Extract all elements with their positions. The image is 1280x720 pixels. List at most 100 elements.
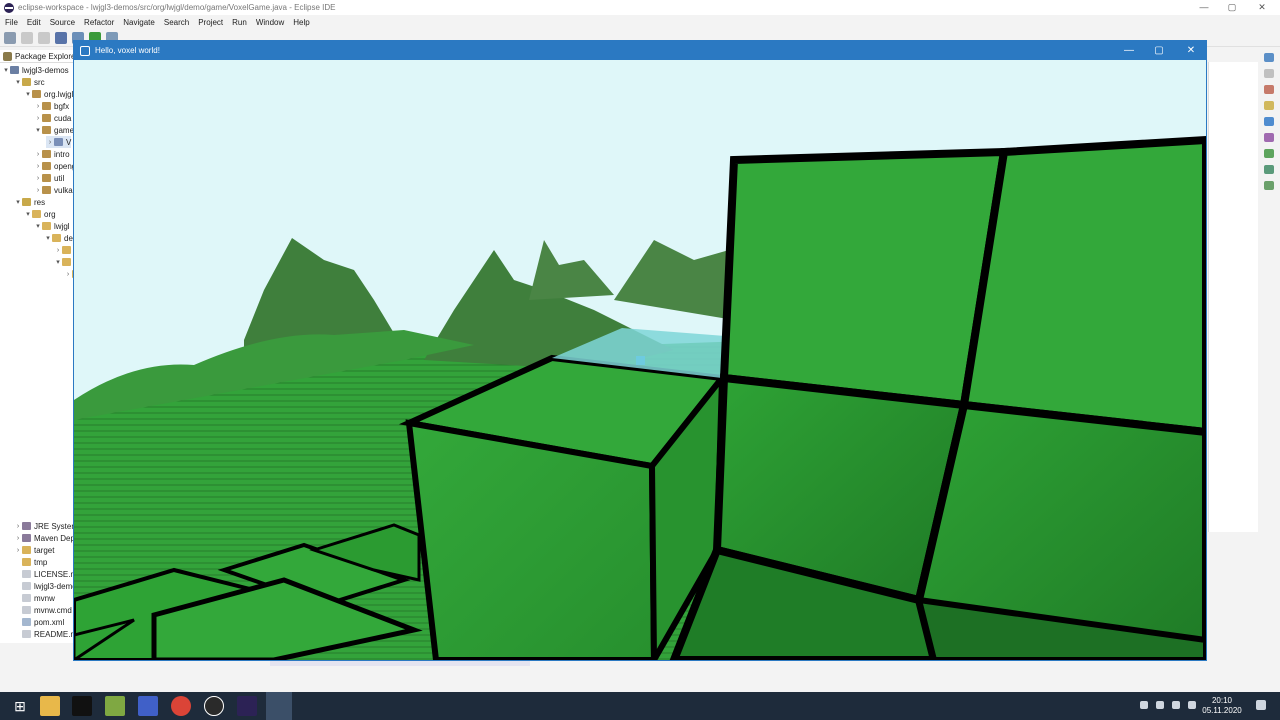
chevron-right-icon[interactable]: › xyxy=(14,523,22,530)
chevron-right-icon[interactable]: › xyxy=(34,163,42,170)
tree-item[interactable]: › JRE System Library xyxy=(14,520,74,532)
package-explorer-icon xyxy=(3,51,12,61)
tree-item[interactable]: ▾ org xyxy=(24,208,55,220)
tree-item-selected[interactable]: › V xyxy=(46,136,72,148)
tree-item[interactable]: ▾ src xyxy=(14,76,44,88)
package-explorer-tab[interactable]: Package Explorer xyxy=(0,50,78,63)
chevron-right-icon[interactable]: › xyxy=(64,271,72,278)
chevron-down-icon[interactable]: ▾ xyxy=(14,78,22,86)
tree-item[interactable]: tmp xyxy=(14,556,47,568)
tree-item[interactable]: › util xyxy=(34,172,64,184)
console-icon[interactable] xyxy=(1264,117,1274,126)
menu-source[interactable]: Source xyxy=(50,18,75,27)
tree-item[interactable]: ▾ lwjgl xyxy=(34,220,69,232)
chevron-right-icon[interactable]: › xyxy=(34,187,42,194)
lambda-app-icon[interactable] xyxy=(105,696,125,716)
tray-network-icon[interactable] xyxy=(1172,701,1180,709)
save-all-icon[interactable] xyxy=(38,31,50,44)
eclipse-titlebar: eclipse-workspace - lwjgl3-demos/src/org… xyxy=(0,0,1280,15)
tree-item[interactable]: › bgfx xyxy=(34,100,69,112)
obs-icon[interactable] xyxy=(204,696,224,716)
terminal-icon[interactable] xyxy=(72,696,92,716)
tree-item[interactable]: › xyxy=(54,244,74,256)
progress-icon[interactable] xyxy=(1264,149,1274,158)
chevron-down-icon[interactable]: ▾ xyxy=(34,222,42,230)
chevron-down-icon[interactable]: ▾ xyxy=(44,234,52,242)
tree-item[interactable]: mvnw xyxy=(14,592,55,604)
chrome-icon[interactable] xyxy=(171,696,191,716)
tree-item[interactable]: › target xyxy=(14,544,55,556)
git-icon[interactable] xyxy=(1264,165,1274,174)
chevron-down-icon[interactable]: ▾ xyxy=(34,126,42,134)
menu-window[interactable]: Window xyxy=(256,18,284,27)
tree-item[interactable]: › intro xyxy=(34,148,70,160)
view-icon[interactable] xyxy=(1264,69,1274,78)
tree-item[interactable]: ▾ game xyxy=(34,124,74,136)
chevron-right-icon[interactable]: › xyxy=(34,151,42,158)
menu-help[interactable]: Help xyxy=(293,18,309,27)
start-button-windows-icon[interactable]: ⊞ xyxy=(10,696,30,716)
bookmark-icon[interactable] xyxy=(1264,85,1274,94)
terminal-icon[interactable] xyxy=(55,31,67,44)
chevron-right-icon[interactable]: › xyxy=(34,175,42,182)
close-button[interactable]: ✕ xyxy=(1176,41,1206,60)
tree-item[interactable]: ▾ res xyxy=(14,196,45,208)
menu-search[interactable]: Search xyxy=(164,18,189,27)
tree-item[interactable]: ▾ org.lwjgl xyxy=(24,88,73,100)
menu-edit[interactable]: Edit xyxy=(27,18,41,27)
chevron-down-icon[interactable]: ▾ xyxy=(14,198,22,206)
chevron-right-icon[interactable]: › xyxy=(14,535,22,542)
tree-item[interactable]: › vulkan xyxy=(34,184,74,196)
tree-item[interactable]: ▾ demo xyxy=(44,232,74,244)
chevron-right-icon[interactable]: › xyxy=(34,115,42,122)
eclipse-logo-icon xyxy=(4,2,14,13)
tree-item[interactable]: ▾ xyxy=(54,256,74,268)
history-icon[interactable] xyxy=(1264,181,1274,190)
eclipse-minimize-button[interactable]: — xyxy=(1190,0,1218,15)
new-icon[interactable] xyxy=(4,31,16,44)
chevron-right-icon[interactable]: › xyxy=(46,139,54,146)
eclipse-taskbar-icon[interactable] xyxy=(237,696,257,716)
menu-run[interactable]: Run xyxy=(232,18,247,27)
maximize-button[interactable]: ▢ xyxy=(1144,41,1174,60)
taskbar-clock[interactable]: 20:10 05.11.2020 xyxy=(1200,696,1244,716)
menu-project[interactable]: Project xyxy=(198,18,223,27)
tree-item[interactable]: README.md xyxy=(14,628,74,640)
tree-item[interactable]: › opengl xyxy=(34,160,74,172)
eclipse-close-button[interactable]: ✕ xyxy=(1248,0,1276,15)
tree-item[interactable]: pom.xml xyxy=(14,616,64,628)
tasks-icon[interactable] xyxy=(1264,101,1274,110)
notification-icon[interactable] xyxy=(1256,700,1266,710)
chevron-down-icon[interactable]: ▾ xyxy=(54,258,62,266)
game-window[interactable]: Hello, voxel world! — ▢ ✕ xyxy=(73,40,1207,661)
menu-refactor[interactable]: Refactor xyxy=(84,18,114,27)
tree-item[interactable]: › cuda xyxy=(34,112,72,124)
tree-item[interactable]: ▾ lwjgl3-demos xyxy=(2,64,68,76)
chevron-down-icon[interactable]: ▾ xyxy=(24,210,32,218)
game-titlebar[interactable]: Hello, voxel world! — ▢ ✕ xyxy=(74,41,1206,60)
tree-item[interactable]: › Maven Dependencies xyxy=(14,532,74,544)
tree-item[interactable]: mvnw.cmd xyxy=(14,604,72,616)
javadoc-icon[interactable] xyxy=(1264,133,1274,142)
chevron-right-icon[interactable]: › xyxy=(34,103,42,110)
game-taskbar-button[interactable] xyxy=(266,692,292,720)
eclipse-maximize-button[interactable]: ▢ xyxy=(1218,0,1246,15)
chevron-right-icon[interactable]: › xyxy=(54,247,62,254)
chevron-down-icon[interactable]: ▾ xyxy=(2,66,10,74)
menu-file[interactable]: File xyxy=(5,18,18,27)
tree-item[interactable]: lwjgl3-demos xyxy=(14,580,74,592)
file-explorer-icon[interactable] xyxy=(40,696,60,716)
tray-volume-icon[interactable] xyxy=(1188,701,1196,709)
tray-battery-icon[interactable] xyxy=(1156,701,1164,709)
chevron-down-icon[interactable]: ▾ xyxy=(24,90,32,98)
editor-bottom-area xyxy=(74,660,1260,682)
chevron-right-icon[interactable]: › xyxy=(14,547,22,554)
menu-navigate[interactable]: Navigate xyxy=(123,18,155,27)
save-disk-icon[interactable] xyxy=(138,696,158,716)
voxel-viewport[interactable] xyxy=(74,60,1206,660)
perspective-icon[interactable] xyxy=(1264,53,1274,62)
save-icon[interactable] xyxy=(21,31,33,44)
minimize-button[interactable]: — xyxy=(1114,41,1144,60)
tree-item[interactable]: LICENSE.md xyxy=(14,568,74,580)
tray-chevron-icon[interactable] xyxy=(1140,701,1148,709)
